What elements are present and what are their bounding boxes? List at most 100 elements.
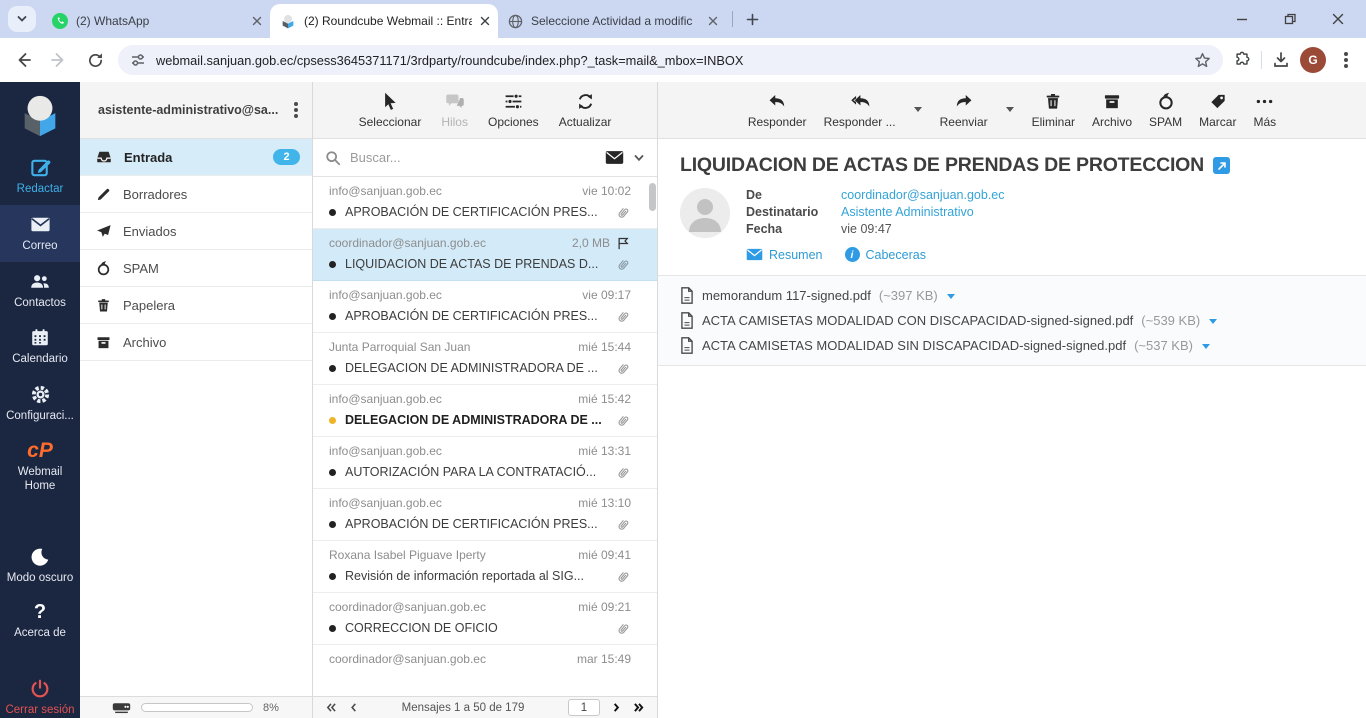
folder-entrada[interactable]: Entrada 2 <box>80 139 312 176</box>
flag-icon[interactable] <box>616 236 631 251</box>
attachment-item[interactable]: ACTA CAMISETAS MODALIDAD SIN DISCAPACIDA… <box>658 333 1366 358</box>
read-status-dot[interactable] <box>329 417 336 424</box>
url-text[interactable]: webmail.sanjuan.gob.ec/cpsess3645371171/… <box>156 53 1184 68</box>
last-page-button[interactable] <box>633 702 645 713</box>
attachment-name[interactable]: ACTA CAMISETAS MODALIDAD SIN DISCAPACIDA… <box>702 338 1126 353</box>
forward-button[interactable] <box>46 47 72 73</box>
reply-button[interactable]: Responder <box>748 91 807 129</box>
to-address[interactable]: Asistente Administrativo <box>841 205 1005 219</box>
reply-all-menu-caret-icon[interactable] <box>913 105 923 113</box>
minimize-button[interactable] <box>1232 9 1252 29</box>
search-options-chevron-icon[interactable] <box>633 152 645 164</box>
message-row[interactable]: info@sanjuan.gob.ec vie 10:02 APROBACIÓN … <box>313 177 657 229</box>
page-number-input[interactable]: 1 <box>568 699 600 716</box>
bookmark-star-icon[interactable] <box>1194 52 1211 69</box>
sidebar-item-calendario[interactable]: Calendario <box>0 318 80 375</box>
read-status-dot[interactable] <box>329 209 336 216</box>
sidebar-item-modo-oscuro[interactable]: Modo oscuro <box>0 538 80 594</box>
search-scope-mail-icon[interactable] <box>605 150 624 165</box>
read-status-dot[interactable] <box>329 365 336 372</box>
tab-whatsapp[interactable]: (2) WhatsApp <box>42 4 270 38</box>
profile-avatar[interactable]: G <box>1300 47 1326 73</box>
search-input[interactable] <box>350 150 596 165</box>
message-row-selected[interactable]: coordinador@sanjuan.gob.ec 2,0 MB LIQUIDA… <box>313 229 657 281</box>
archive-button[interactable]: Archivo <box>1092 91 1132 129</box>
attachment-menu-caret-icon[interactable] <box>1208 317 1218 325</box>
select-button[interactable]: Seleccionar <box>359 91 421 129</box>
refresh-button[interactable]: Actualizar <box>559 91 611 129</box>
folder-enviados[interactable]: Enviados <box>80 213 312 250</box>
read-status-dot[interactable] <box>329 469 336 476</box>
delete-button[interactable]: Eliminar <box>1032 91 1075 129</box>
sidebar-item-contactos[interactable]: Contactos <box>0 262 80 319</box>
restore-button[interactable] <box>1280 9 1300 29</box>
read-status-dot[interactable] <box>329 625 336 632</box>
header-fields: De coordinador@sanjuan.gob.ec Destinatar… <box>746 188 1005 238</box>
message-row[interactable]: Junta Parroquial San Juan mié 15:44 DELEG… <box>313 333 657 385</box>
message-row[interactable]: info@sanjuan.gob.ec mié 13:10 APROBACIÓN … <box>313 489 657 541</box>
message-row[interactable]: coordinador@sanjuan.gob.ec mar 15:49 <box>313 645 657 696</box>
new-tab-button[interactable] <box>739 6 765 32</box>
pencil-icon <box>97 188 110 200</box>
address-bar[interactable]: webmail.sanjuan.gob.ec/cpsess3645371171/… <box>118 45 1223 75</box>
close-window-button[interactable] <box>1328 9 1348 29</box>
options-button[interactable]: Opciones <box>488 91 539 129</box>
sidebar-item-cerrar-sesion[interactable]: Cerrar sesión <box>0 670 80 718</box>
folder-borradores[interactable]: Borradores <box>80 176 312 213</box>
attachment-item[interactable]: ACTA CAMISETAS MODALIDAD CON DISCAPACIDA… <box>658 308 1366 333</box>
plus-icon <box>746 13 758 25</box>
message-row[interactable]: Roxana Isabel Piguave Iperty mié 09:41 Re… <box>313 541 657 593</box>
message-row[interactable]: info@sanjuan.gob.ec vie 09:17 APROBACIÓN … <box>313 281 657 333</box>
tab-actividad[interactable]: Seleccione Actividad a modific <box>498 4 726 38</box>
site-settings-icon[interactable] <box>130 52 146 68</box>
tab-close-icon[interactable] <box>252 16 262 26</box>
attachment-name[interactable]: ACTA CAMISETAS MODALIDAD CON DISCAPACIDA… <box>702 313 1133 328</box>
tab-roundcube[interactable]: (2) Roundcube Webmail :: Entra <box>270 4 498 38</box>
read-status-dot[interactable] <box>329 261 336 268</box>
mark-button[interactable]: Marcar <box>1199 91 1236 129</box>
from-address[interactable]: coordinador@sanjuan.gob.ec <box>841 188 1005 202</box>
spam-button[interactable]: SPAM <box>1149 91 1182 129</box>
threads-button[interactable]: Hilos <box>441 91 468 129</box>
tab-close-icon[interactable] <box>480 16 490 26</box>
reply-all-button[interactable]: Responder ... <box>824 91 896 129</box>
message-row[interactable]: info@sanjuan.gob.ec mié 13:31 AUTORIZACIÓ… <box>313 437 657 489</box>
next-page-button[interactable] <box>612 702 621 713</box>
attachment-item[interactable]: memorandum 117-signed.pdf (~397 KB) <box>658 283 1366 308</box>
folder-spam[interactable]: SPAM <box>80 250 312 287</box>
sidebar-item-acerca-de[interactable]: ? Acerca de <box>0 593 80 649</box>
sidebar-item-correo[interactable]: Correo <box>0 204 80 262</box>
sidebar-item-configuracion[interactable]: Configuraci... <box>0 375 80 432</box>
sidebar-item-redactar[interactable]: Redactar <box>0 148 80 205</box>
attachment-menu-caret-icon[interactable] <box>946 292 956 300</box>
attachment-menu-caret-icon[interactable] <box>1201 342 1211 350</box>
headers-toggle[interactable]: i Cabeceras <box>844 247 926 262</box>
extensions-icon[interactable] <box>1233 51 1251 69</box>
list-scrollbar[interactable] <box>649 183 656 211</box>
search-bar[interactable] <box>313 139 657 177</box>
account-menu-icon[interactable] <box>294 108 298 112</box>
read-status-dot[interactable] <box>329 521 336 528</box>
message-row-unread[interactable]: info@sanjuan.gob.ec mié 15:42 DELEGACION … <box>313 385 657 437</box>
back-button[interactable] <box>10 47 36 73</box>
tab-close-icon[interactable] <box>708 16 718 26</box>
message-row[interactable]: coordinador@sanjuan.gob.ec mié 09:21 CORR… <box>313 593 657 645</box>
first-page-button[interactable] <box>325 702 337 713</box>
summary-toggle[interactable]: Resumen <box>746 248 823 262</box>
read-status-dot[interactable] <box>329 573 336 580</box>
attachment-name[interactable]: memorandum 117-signed.pdf <box>702 288 871 303</box>
tab-search-button[interactable] <box>8 6 36 32</box>
folder-papelera[interactable]: Papelera <box>80 287 312 324</box>
prev-page-button[interactable] <box>349 702 358 713</box>
open-in-new-window-icon[interactable] <box>1213 157 1231 174</box>
sidebar-item-webmail-home[interactable]: cP Webmail Home <box>0 432 80 502</box>
forward-button[interactable]: Reenviar <box>940 91 988 129</box>
more-button[interactable]: Más <box>1253 91 1276 129</box>
read-status-dot[interactable] <box>329 313 336 320</box>
threads-icon <box>445 94 464 109</box>
download-icon[interactable] <box>1272 51 1290 69</box>
forward-menu-caret-icon[interactable] <box>1005 105 1015 113</box>
browser-menu-icon[interactable] <box>1344 58 1348 62</box>
folder-archivo[interactable]: Archivo <box>80 324 312 361</box>
reload-button[interactable] <box>82 47 108 73</box>
